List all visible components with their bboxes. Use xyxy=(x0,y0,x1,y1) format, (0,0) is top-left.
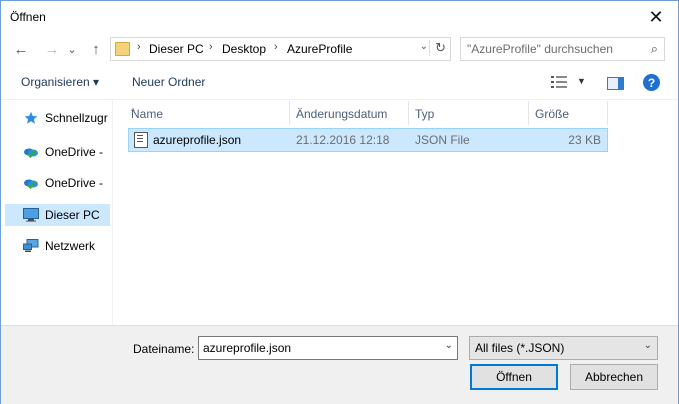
column-divider[interactable] xyxy=(607,101,608,125)
help-icon[interactable]: ? xyxy=(643,74,660,91)
filename-value: azureprofile.json xyxy=(203,341,292,355)
network-icon xyxy=(23,238,39,254)
breadcrumb-azureprofile[interactable]: AzureProfile xyxy=(287,42,352,56)
organize-button[interactable]: Organisieren ▾ xyxy=(21,75,99,89)
sidebar-item-label: Dieser PC xyxy=(45,208,100,222)
file-modified: 21.12.2016 12:18 xyxy=(296,133,390,147)
column-header-size[interactable]: Größe xyxy=(529,101,607,125)
title-bar: Öffnen ✕ xyxy=(1,1,678,33)
filename-field[interactable]: azureprofile.json ⌄ xyxy=(198,336,458,360)
preview-pane-icon[interactable] xyxy=(607,77,624,90)
breadcrumb-dieser-pc[interactable]: Dieser PC xyxy=(149,42,204,56)
table-row[interactable]: azureprofile.json 21.12.2016 12:18 JSON … xyxy=(128,128,608,152)
file-type: JSON File xyxy=(415,133,470,147)
arrow-left-icon: ← xyxy=(13,40,29,58)
address-bar[interactable]: › Dieser PC › Desktop › AzureProfile ⌄ ↻ xyxy=(110,37,451,61)
breadcrumb-desktop[interactable]: Desktop xyxy=(222,42,266,56)
command-toolbar: Organisieren ▾ Neuer Ordner ▼ ? xyxy=(1,67,678,100)
file-name: azureprofile.json xyxy=(153,133,242,147)
filetype-select[interactable]: All files (*.JSON) ⌄ xyxy=(469,336,658,360)
address-dropdown-icon[interactable]: ⌄ xyxy=(420,41,428,52)
onedrive-icon xyxy=(23,175,39,191)
search-input[interactable]: "AzureProfile" durchsuchen ⌕ xyxy=(460,37,665,61)
cancel-button[interactable]: Abbrechen xyxy=(570,364,658,390)
sidebar-item-label: Schnellzugr xyxy=(45,111,108,125)
open-button[interactable]: Öffnen xyxy=(470,364,558,390)
sidebar-item-label: OneDrive - xyxy=(45,145,104,159)
sidebar-item-label: Netzwerk xyxy=(45,239,96,253)
up-button[interactable]: ↑ xyxy=(86,39,106,59)
file-size: 23 KB xyxy=(568,133,601,147)
breadcrumb-separator: › xyxy=(209,41,213,53)
new-folder-button[interactable]: Neuer Ordner xyxy=(132,75,205,89)
sidebar-item-onedrive-1[interactable]: OneDrive - xyxy=(5,141,110,163)
refresh-icon[interactable]: ↻ xyxy=(435,40,446,56)
file-list: Name ^ Änderungsdatum Typ Größe azurepro… xyxy=(113,99,678,325)
forward-button[interactable]: → xyxy=(42,39,62,59)
sidebar-item-this-pc[interactable]: Dieser PC xyxy=(5,204,110,226)
folder-icon xyxy=(115,42,130,56)
dialog-footer: Dateiname: azureprofile.json ⌄ All files… xyxy=(1,325,678,404)
star-icon xyxy=(23,110,39,126)
chevron-down-icon[interactable]: ⌄ xyxy=(445,340,453,351)
recent-locations-button[interactable]: ⌄ xyxy=(66,39,78,59)
chevron-down-icon: ⌄ xyxy=(643,340,652,351)
search-icon[interactable]: ⌕ xyxy=(651,41,658,57)
sort-ascending-icon: ^ xyxy=(131,107,135,116)
sidebar-item-label: OneDrive - xyxy=(45,176,104,190)
onedrive-icon xyxy=(23,144,39,160)
column-header-type[interactable]: Typ xyxy=(409,101,527,125)
address-divider xyxy=(429,40,430,56)
filename-label: Dateiname: xyxy=(133,342,195,356)
json-file-icon xyxy=(134,132,148,148)
window-title: Öffnen xyxy=(10,10,46,24)
navigation-pane: Schnellzugr OneDrive - OneDrive - Dieser… xyxy=(1,99,113,325)
view-options-dropdown-icon[interactable]: ▼ xyxy=(577,76,586,86)
breadcrumb-separator: › xyxy=(274,41,278,53)
close-icon: ✕ xyxy=(648,6,664,27)
close-button[interactable]: ✕ xyxy=(634,1,678,33)
filetype-value: All files (*.JSON) xyxy=(475,341,565,355)
column-header-modified[interactable]: Änderungsdatum xyxy=(290,101,408,125)
arrow-up-icon: ↑ xyxy=(92,40,100,58)
back-button[interactable]: ← xyxy=(11,39,31,59)
details-view-icon[interactable] xyxy=(551,76,567,88)
search-placeholder: "AzureProfile" durchsuchen xyxy=(467,42,613,56)
breadcrumb-separator: › xyxy=(137,41,141,53)
chevron-down-icon: ⌄ xyxy=(67,43,77,56)
navigation-row: ← → ⌄ ↑ › Dieser PC › Desktop › AzurePro… xyxy=(1,33,678,65)
sidebar-item-onedrive-2[interactable]: OneDrive - xyxy=(5,172,110,194)
arrow-right-icon: → xyxy=(44,40,60,58)
sidebar-item-quick-access[interactable]: Schnellzugr xyxy=(5,107,110,129)
sidebar-item-network[interactable]: Netzwerk xyxy=(5,235,110,257)
open-file-dialog: Öffnen ✕ ← → ⌄ ↑ › Dieser PC › Desktop ›… xyxy=(0,0,679,404)
column-header-name[interactable]: Name ^ xyxy=(125,101,289,125)
computer-icon xyxy=(23,207,39,223)
